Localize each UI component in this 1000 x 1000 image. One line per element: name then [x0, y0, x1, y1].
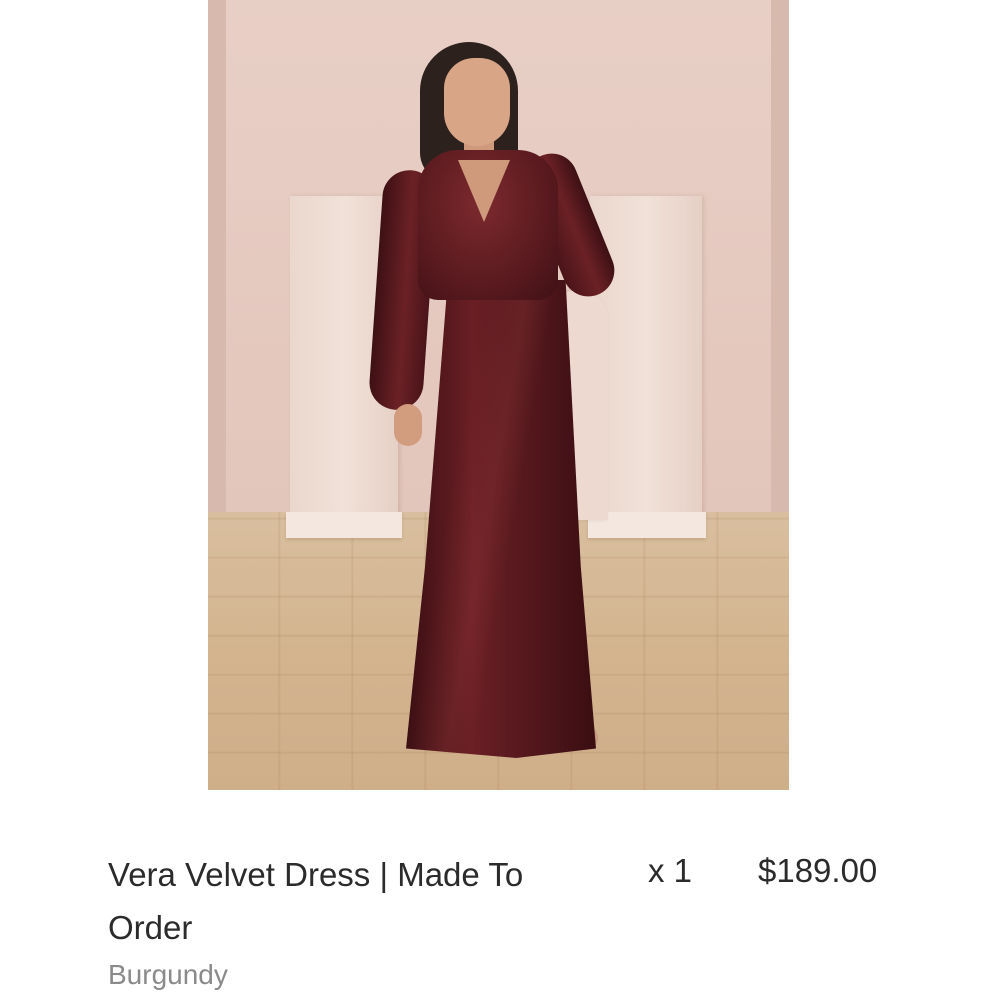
dress-neckline	[458, 160, 510, 222]
backdrop-wall-edge	[771, 0, 789, 515]
backdrop-wall-edge	[208, 0, 226, 515]
product-variant: Burgundy	[108, 959, 228, 990]
quantity-label: x 1	[648, 852, 693, 889]
model-hand	[394, 404, 422, 446]
product-title[interactable]: Vera Velvet Dress | Made To Order	[108, 848, 578, 954]
product-image[interactable]	[208, 0, 789, 790]
dress-skirt	[406, 280, 596, 758]
model-face	[444, 58, 510, 146]
price-label: $189.00	[758, 852, 878, 889]
backdrop-panel-base	[286, 512, 402, 538]
